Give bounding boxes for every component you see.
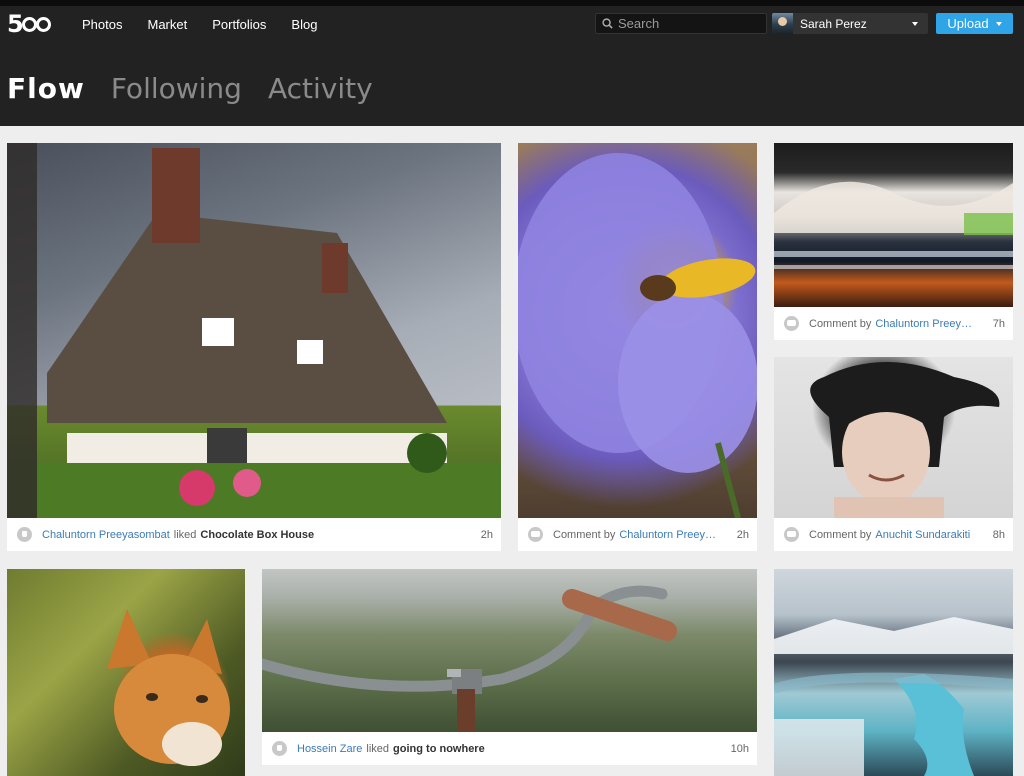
- photo-title-link[interactable]: going to nowhere: [393, 743, 485, 755]
- nav-market[interactable]: Market: [147, 17, 187, 32]
- avatar: [772, 13, 793, 34]
- user-menu[interactable]: Sarah Perez: [772, 13, 928, 34]
- action-text: Comment by: [809, 528, 872, 541]
- chevron-down-icon: [995, 21, 1002, 26]
- child-illustration: [810, 362, 1000, 518]
- flower-illustration: [518, 153, 757, 518]
- photo-card: Comment by Chaluntorn Preeyas... 7h: [774, 143, 1013, 340]
- timestamp: 10h: [730, 742, 749, 755]
- photo-card: [7, 569, 245, 776]
- like-icon: [272, 741, 287, 756]
- photo-card: Comment by Chaluntorn Preeyas... 2h: [518, 143, 757, 551]
- tab-following[interactable]: Following: [111, 72, 242, 105]
- photo-caption: Comment by Chaluntorn Preeyas... 2h: [518, 518, 757, 551]
- photo-caption: Comment by Anuchit Sundarakiti 8h: [774, 518, 1013, 551]
- search-box[interactable]: [595, 13, 767, 34]
- action-text: liked: [173, 528, 197, 541]
- feed-tabs: Flow Following Activity: [7, 72, 399, 105]
- photo-cottage[interactable]: [7, 143, 501, 518]
- user-link[interactable]: Hossein Zare: [297, 743, 362, 755]
- nav-portfolios[interactable]: Portfolios: [212, 17, 266, 32]
- photo-bicycle[interactable]: [262, 569, 757, 732]
- bicycle-illustration: [262, 585, 677, 732]
- user-link[interactable]: Chaluntorn Preeyasombat: [42, 529, 170, 541]
- action-text: Comment by: [809, 317, 872, 330]
- comment-icon: [784, 316, 799, 331]
- logo[interactable]: 5: [7, 10, 51, 38]
- user-name: Sarah Perez: [800, 16, 867, 31]
- photo-glacier-river[interactable]: [774, 569, 1013, 776]
- action-text: Comment by: [553, 528, 616, 541]
- main-nav: Photos Market Portfolios Blog: [82, 17, 342, 32]
- photo-night-river[interactable]: [774, 143, 1013, 307]
- photo-child[interactable]: [774, 357, 1013, 518]
- photo-title-link[interactable]: Chocolate Box House: [200, 529, 314, 541]
- photo-card: Comment by Anuchit Sundarakiti 8h: [774, 357, 1013, 551]
- photo-caption: Chaluntorn Preeyasombat liked Chocolate …: [7, 518, 501, 551]
- tab-activity[interactable]: Activity: [268, 72, 373, 105]
- action-text: liked: [366, 742, 390, 755]
- tab-flow[interactable]: Flow: [7, 72, 85, 105]
- search-icon: [602, 18, 613, 29]
- timestamp: 2h: [480, 528, 493, 541]
- photo-caption: Comment by Chaluntorn Preeyas... 7h: [774, 307, 1013, 340]
- timestamp: 8h: [992, 528, 1005, 541]
- logo-text: 5: [7, 10, 24, 38]
- like-icon: [17, 527, 32, 542]
- nav-blog[interactable]: Blog: [291, 17, 317, 32]
- photo-card: [774, 569, 1013, 776]
- photo-flower[interactable]: [518, 143, 757, 518]
- nav-photos[interactable]: Photos: [82, 17, 122, 32]
- upload-label: Upload: [947, 16, 989, 31]
- fox-illustration: [107, 609, 230, 766]
- photo-card: Chaluntorn Preeyasombat liked Chocolate …: [7, 143, 501, 551]
- search-input[interactable]: [618, 16, 758, 31]
- top-bar: 5 Photos Market Portfolios Blog Sarah Pe…: [0, 0, 1024, 126]
- user-link[interactable]: Chaluntorn Preeyas...: [619, 529, 721, 541]
- comment-icon: [528, 527, 543, 542]
- user-link[interactable]: Anuchit Sundarakiti: [875, 529, 970, 541]
- photo-fox[interactable]: [7, 569, 245, 776]
- glacier-river-illustration: [774, 617, 1013, 776]
- comment-icon: [784, 527, 799, 542]
- photo-card: Hossein Zare liked going to nowhere 10h: [262, 569, 757, 765]
- upload-button[interactable]: Upload: [936, 13, 1013, 34]
- timestamp: 7h: [992, 317, 1005, 330]
- timestamp: 2h: [736, 528, 749, 541]
- user-link[interactable]: Chaluntorn Preeyas...: [875, 318, 977, 330]
- chevron-down-icon: [912, 21, 918, 26]
- photo-caption: Hossein Zare liked going to nowhere 10h: [262, 732, 757, 765]
- night-river-illustration: [774, 181, 1013, 269]
- cottage-illustration: [7, 143, 501, 518]
